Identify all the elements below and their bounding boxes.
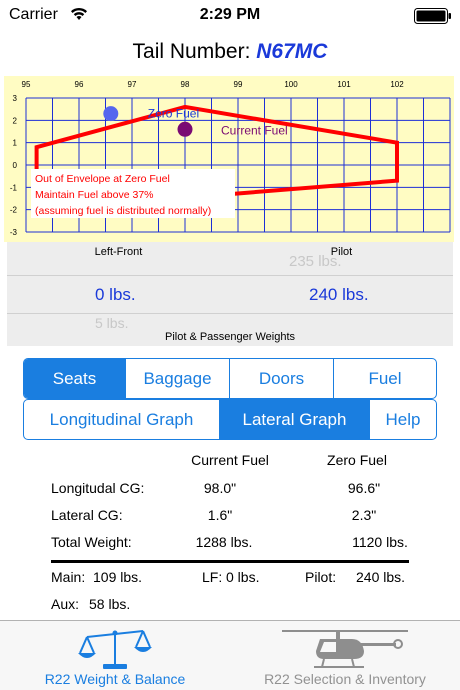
segment-lateral-graph[interactable]: Lateral Graph — [220, 400, 370, 439]
segment-doors[interactable]: Doors — [230, 359, 334, 398]
row-label-lateral-cg: Lateral CG: — [51, 507, 123, 523]
chart-y-tick-label: -3 — [10, 228, 18, 237]
picker-right-selected[interactable]: 240 lbs. — [309, 285, 369, 305]
tab-weight-balance[interactable]: R22 Weight & Balance — [0, 621, 230, 690]
picker-selection-top-line — [7, 275, 453, 276]
longitudinal-cg-zero: 96.6" — [347, 480, 381, 496]
aux-label: Aux: — [51, 596, 80, 612]
segment-help[interactable]: Help — [370, 400, 436, 439]
chart-x-tick-label: 102 — [390, 80, 404, 89]
battery-icon — [414, 8, 451, 24]
main-value: 109 lbs. — [93, 569, 143, 585]
main-label: Main: — [51, 569, 86, 585]
tail-number-value: N67MC — [256, 40, 328, 63]
tail-number-label: Tail Number: — [132, 40, 251, 63]
helicopter-icon — [282, 630, 408, 668]
status-bar: Carrier 2:29 PM — [0, 0, 460, 32]
pilot-label: Pilot: — [305, 569, 337, 585]
aux-value: 58 lbs. — [89, 596, 131, 612]
picker-left-selected[interactable]: 0 lbs. — [95, 285, 136, 305]
chart-point-label: Zero Fuel — [148, 107, 199, 121]
category-segmented-control[interactable]: Seats Baggage Doors Fuel — [23, 358, 437, 399]
page-title: Tail Number: N67MC — [0, 40, 460, 64]
chart-y-tick-label: 3 — [13, 94, 18, 103]
pilot-value: 240 lbs. — [356, 569, 406, 585]
chart-x-tick-label: 98 — [181, 80, 190, 89]
picker-left-header: Left-Front — [94, 246, 143, 258]
chart-x-tick-label: 96 — [75, 80, 84, 89]
chart-x-tick-label: 101 — [337, 80, 351, 89]
chart-annotation-line: Maintain Fuel above 37% — [35, 189, 154, 201]
picker-left-below[interactable]: 5 lbs. — [95, 315, 128, 331]
chart-x-tick-label: 99 — [234, 80, 243, 89]
segment-baggage[interactable]: Baggage — [126, 359, 230, 398]
balance-scale-icon — [78, 630, 152, 669]
tab-selection-inventory-label: R22 Selection & Inventory — [264, 671, 426, 687]
column-header-current-fuel: Current Fuel — [191, 452, 269, 468]
weight-picker[interactable]: Left-Front Pilot 235 lbs. 0 lbs. 240 lbs… — [7, 242, 453, 346]
chart-y-tick-label: -2 — [10, 206, 18, 215]
chart-x-tick-label: 95 — [22, 80, 31, 89]
chart-y-tick-label: 2 — [13, 116, 18, 125]
tab-bar: R22 Weight & Balance R22 Selection & Inv… — [0, 620, 460, 690]
tab-weight-balance-label: R22 Weight & Balance — [44, 671, 186, 687]
lf-label: LF: — [202, 569, 223, 585]
column-header-zero-fuel: Zero Fuel — [327, 452, 387, 468]
row-label-longitudinal-cg: Longitudal CG: — [51, 480, 145, 496]
longitudinal-cg-current: 98.0" — [203, 480, 237, 496]
chart-annotation-line: (assuming fuel is distributed normally) — [35, 205, 211, 217]
chart-x-tick-label: 100 — [284, 80, 298, 89]
picker-selection-bottom-line — [7, 313, 453, 314]
chart-point-zero-fuel — [103, 106, 119, 122]
chart-point-current-fuel — [177, 121, 193, 137]
chart-y-tick-label: 0 — [13, 161, 18, 170]
lateral-cg-chart: 95 96 97 98 99 100 101 102 3 2 1 0 -1 -2 -3 Zero Fuel Cu… — [4, 76, 454, 242]
lf-value: 0 lbs. — [226, 569, 260, 585]
graph-segmented-control[interactable]: Longitudinal Graph Lateral Graph Help — [23, 399, 437, 440]
segment-longitudinal-graph[interactable]: Longitudinal Graph — [24, 400, 220, 439]
chart-y-tick-label: -1 — [10, 183, 18, 192]
total-weight-zero: 1120 lbs. — [352, 534, 408, 550]
results-divider — [51, 560, 409, 563]
row-label-total-weight: Total Weight: — [51, 534, 132, 550]
segment-seats[interactable]: Seats — [24, 359, 126, 398]
clock: 2:29 PM — [199, 6, 261, 23]
total-weight-current: 1288 lbs. — [195, 534, 253, 550]
tab-selection-inventory[interactable]: R22 Selection & Inventory — [230, 621, 460, 690]
lateral-cg-zero: 2.3" — [351, 507, 377, 523]
chart-svg: 95 96 97 98 99 100 101 102 3 2 1 0 -1 -2 -3 Zero Fuel Cu… — [10, 80, 451, 237]
chart-x-tick-label: 97 — [128, 80, 137, 89]
chart-y-tick-label: 1 — [13, 139, 18, 148]
segment-fuel[interactable]: Fuel — [334, 359, 436, 398]
lateral-cg-current: 1.6" — [207, 507, 233, 523]
picker-right-above[interactable]: 235 lbs. — [289, 253, 342, 270]
chart-annotation-line: Out of Envelope at Zero Fuel — [35, 173, 170, 185]
picker-footer-label: Pilot & Passenger Weights — [164, 331, 296, 343]
chart-point-label: Current Fuel — [221, 123, 288, 137]
